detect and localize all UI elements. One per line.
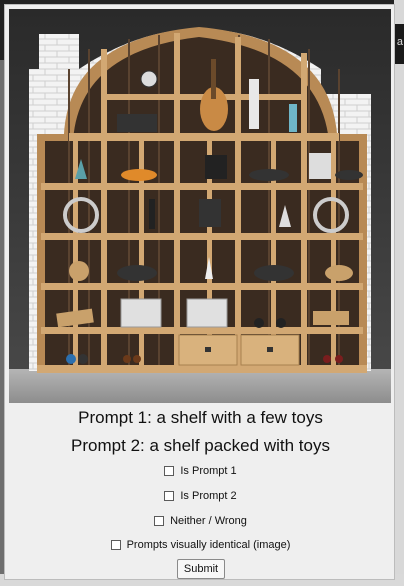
option-label: Neither / Wrong bbox=[170, 515, 247, 527]
backdrop-right-text: a bbox=[396, 36, 403, 48]
option-label: Prompts visually identical (image) bbox=[126, 539, 291, 551]
checkbox-is-prompt-1[interactable] bbox=[164, 466, 175, 476]
option-is-prompt-1[interactable]: Is Prompt 1 bbox=[5, 465, 396, 477]
prompt-1-text: Prompt 1: a shelf with a few toys bbox=[78, 408, 323, 427]
generated-image bbox=[9, 9, 391, 403]
option-neither-wrong[interactable]: Neither / Wrong bbox=[5, 515, 396, 527]
comparison-dialog: Prompt 1: a shelf with a few toys Prompt… bbox=[4, 4, 395, 580]
submit-button[interactable]: Submit bbox=[177, 559, 225, 579]
option-prompts-identical[interactable]: Prompts visually identical (image) bbox=[5, 539, 396, 551]
option-label: Is Prompt 2 bbox=[180, 490, 237, 502]
checkbox-neither-wrong[interactable] bbox=[154, 516, 165, 526]
prompt-2-text: Prompt 2: a shelf packed with toys bbox=[71, 436, 330, 455]
checkbox-is-prompt-2[interactable] bbox=[164, 491, 175, 501]
option-is-prompt-2[interactable]: Is Prompt 2 bbox=[5, 490, 396, 502]
checkbox-prompts-identical[interactable] bbox=[110, 540, 121, 550]
option-label: Is Prompt 1 bbox=[180, 465, 237, 477]
